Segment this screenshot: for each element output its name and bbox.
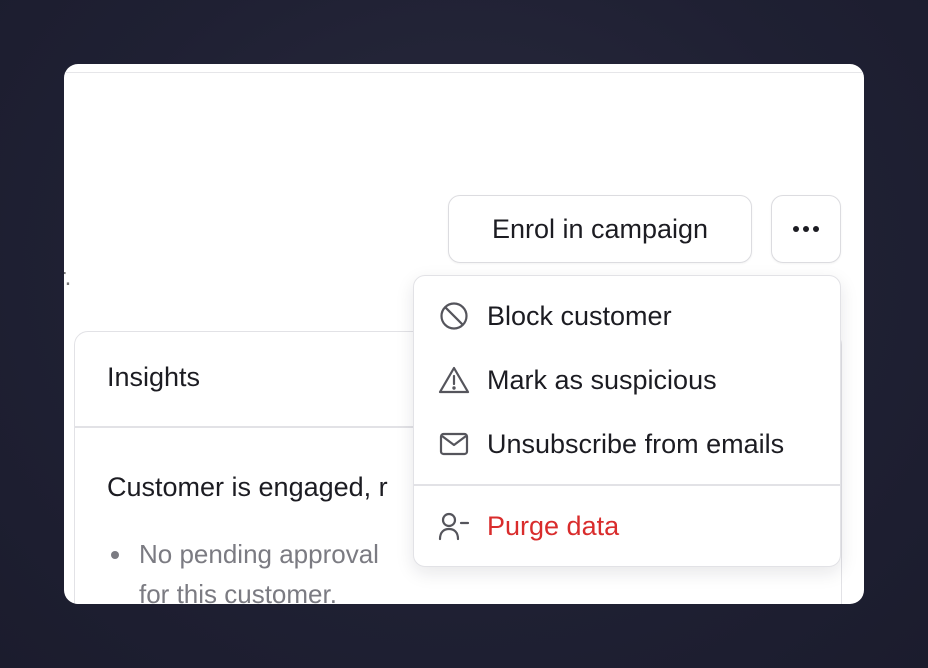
divider — [64, 72, 864, 73]
mail-icon — [438, 428, 470, 460]
menu-divider — [414, 484, 840, 486]
warning-triangle-icon — [438, 364, 470, 396]
more-horizontal-icon — [792, 220, 820, 238]
user-minus-icon — [438, 510, 470, 542]
menu-item-mark-suspicious[interactable]: Mark as suspicious — [414, 348, 840, 412]
enrol-in-campaign-button[interactable]: Enrol in campaign — [448, 195, 752, 263]
menu-item-label: Unsubscribe from emails — [487, 428, 785, 459]
menu-item-label: Mark as suspicious — [487, 364, 717, 395]
insights-summary: Customer is engaged, r — [107, 472, 388, 502]
menu-item-unsubscribe-emails[interactable]: Unsubscribe from emails — [414, 412, 840, 476]
menu-item-block-customer[interactable]: Block customer — [414, 284, 840, 348]
menu-item-label: Block customer — [487, 300, 672, 331]
clipped-description-text: r. — [64, 264, 72, 291]
insights-title: Insights — [107, 362, 201, 392]
menu-item-label: Purge data — [487, 510, 620, 541]
more-actions-button[interactable] — [771, 195, 841, 263]
actions-dropdown-menu: Block customer Mark as suspicious Unsubs… — [413, 275, 841, 567]
app-window: r. Enrol in campaign Insights Customer i… — [64, 64, 864, 604]
menu-item-purge-data[interactable]: Purge data — [414, 494, 840, 558]
ban-icon — [438, 300, 470, 332]
list-item-continuation: for this customer. — [139, 579, 337, 604]
enrol-button-label: Enrol in campaign — [491, 213, 709, 244]
